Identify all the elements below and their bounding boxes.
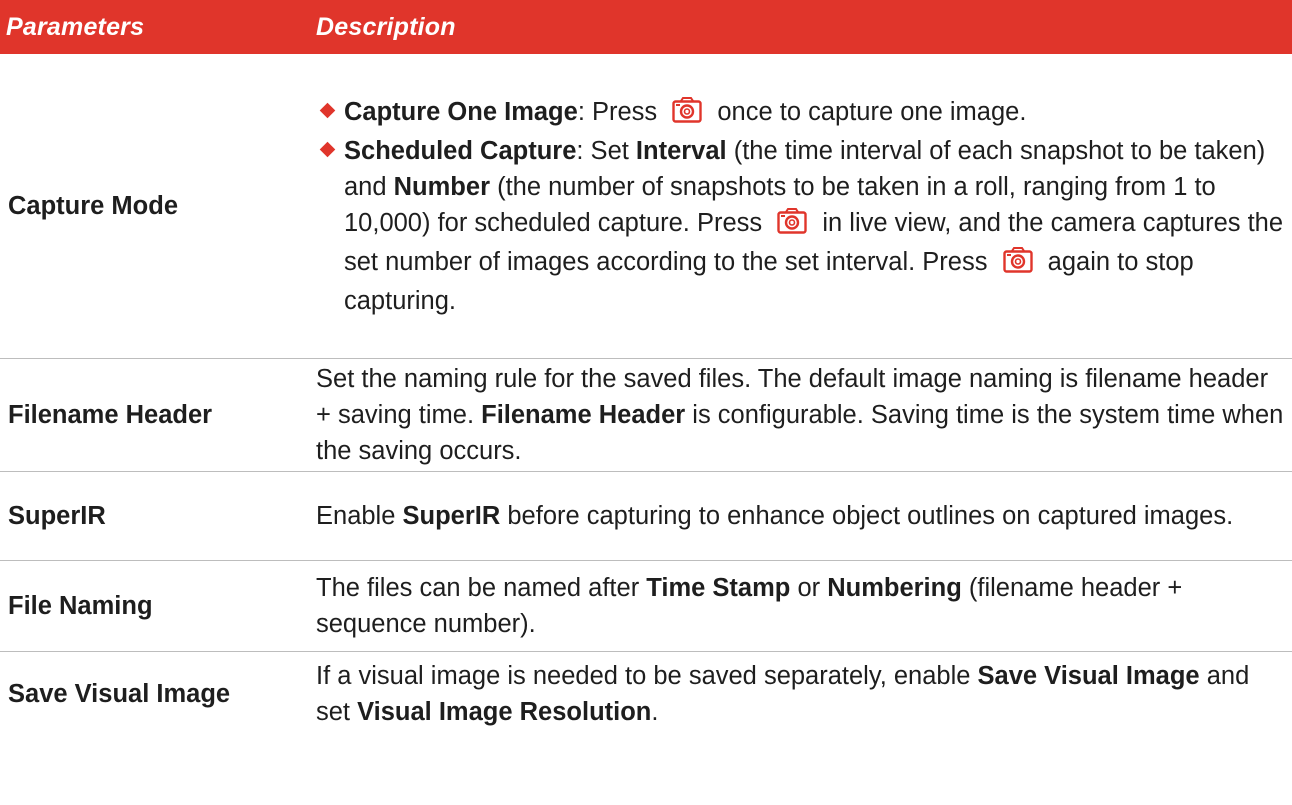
header-description: Description [312, 0, 1292, 54]
diamond-bullet-icon [319, 102, 336, 118]
term-number: Number [393, 172, 490, 201]
desc-text: once to capture one image. [717, 97, 1027, 126]
table-row: File Naming The files can be named after… [0, 560, 1292, 652]
header-row: Parameters Description [0, 0, 1292, 54]
desc-text: . [651, 698, 659, 726]
parameters-table: Parameters Description Capture Mode Capt… [0, 0, 1292, 736]
table-row: Capture Mode Capture One Image: Press on… [0, 54, 1292, 359]
term-save-visual-image: Save Visual Image [977, 662, 1200, 690]
camera-icon [777, 207, 807, 244]
term-capture-one-image: Capture One Image [344, 97, 578, 126]
desc-text: If a visual image is needed to be saved … [316, 662, 978, 690]
desc-capture-mode: Capture One Image: Press once to capture… [312, 54, 1292, 359]
header-parameters: Parameters [0, 0, 312, 54]
desc-file-naming: The files can be named after Time Stamp … [312, 560, 1292, 652]
param-superir: SuperIR [0, 471, 312, 561]
desc-save-visual-image: If a visual image is needed to be saved … [312, 652, 1292, 737]
term-filename-header: Filename Header [481, 401, 686, 429]
desc-text: The files can be named after [316, 574, 647, 602]
table-row: Save Visual Image If a visual image is n… [0, 652, 1292, 737]
bullet-scheduled-capture: Scheduled Capture: Set Interval (the tim… [316, 133, 1284, 319]
desc-text: Enable [316, 502, 403, 530]
table-row: SuperIR Enable SuperIR before capturing … [0, 471, 1292, 561]
bullet-capture-one-image: Capture One Image: Press once to capture… [316, 94, 1284, 133]
param-save-visual-image: Save Visual Image [8, 680, 231, 708]
term-time-stamp: Time Stamp [646, 574, 791, 602]
term-visual-image-resolution: Visual Image Resolution [357, 698, 652, 726]
table-row: Filename Header Set the naming rule for … [0, 358, 1292, 472]
diamond-bullet-icon [319, 141, 336, 157]
desc-text: before capturing to enhance object outli… [500, 502, 1234, 530]
term-superir: SuperIR [402, 502, 501, 530]
desc-text: : Set [576, 136, 636, 165]
camera-icon [1002, 246, 1033, 283]
term-scheduled-capture: Scheduled Capture [344, 136, 577, 165]
desc-superir: Enable SuperIR before capturing to enhan… [312, 471, 1292, 561]
camera-icon [672, 96, 702, 133]
term-interval: Interval [635, 136, 727, 165]
desc-text: or [790, 574, 828, 602]
desc-text: : Press [577, 97, 658, 126]
param-file-naming: File Naming [0, 560, 312, 652]
param-capture-mode: Capture Mode [0, 54, 312, 359]
param-filename-header: Filename Header [0, 358, 312, 472]
term-numbering: Numbering [827, 574, 962, 602]
table-header: Parameters Description [0, 0, 1292, 54]
desc-filename-header: Set the naming rule for the saved files.… [312, 358, 1292, 472]
